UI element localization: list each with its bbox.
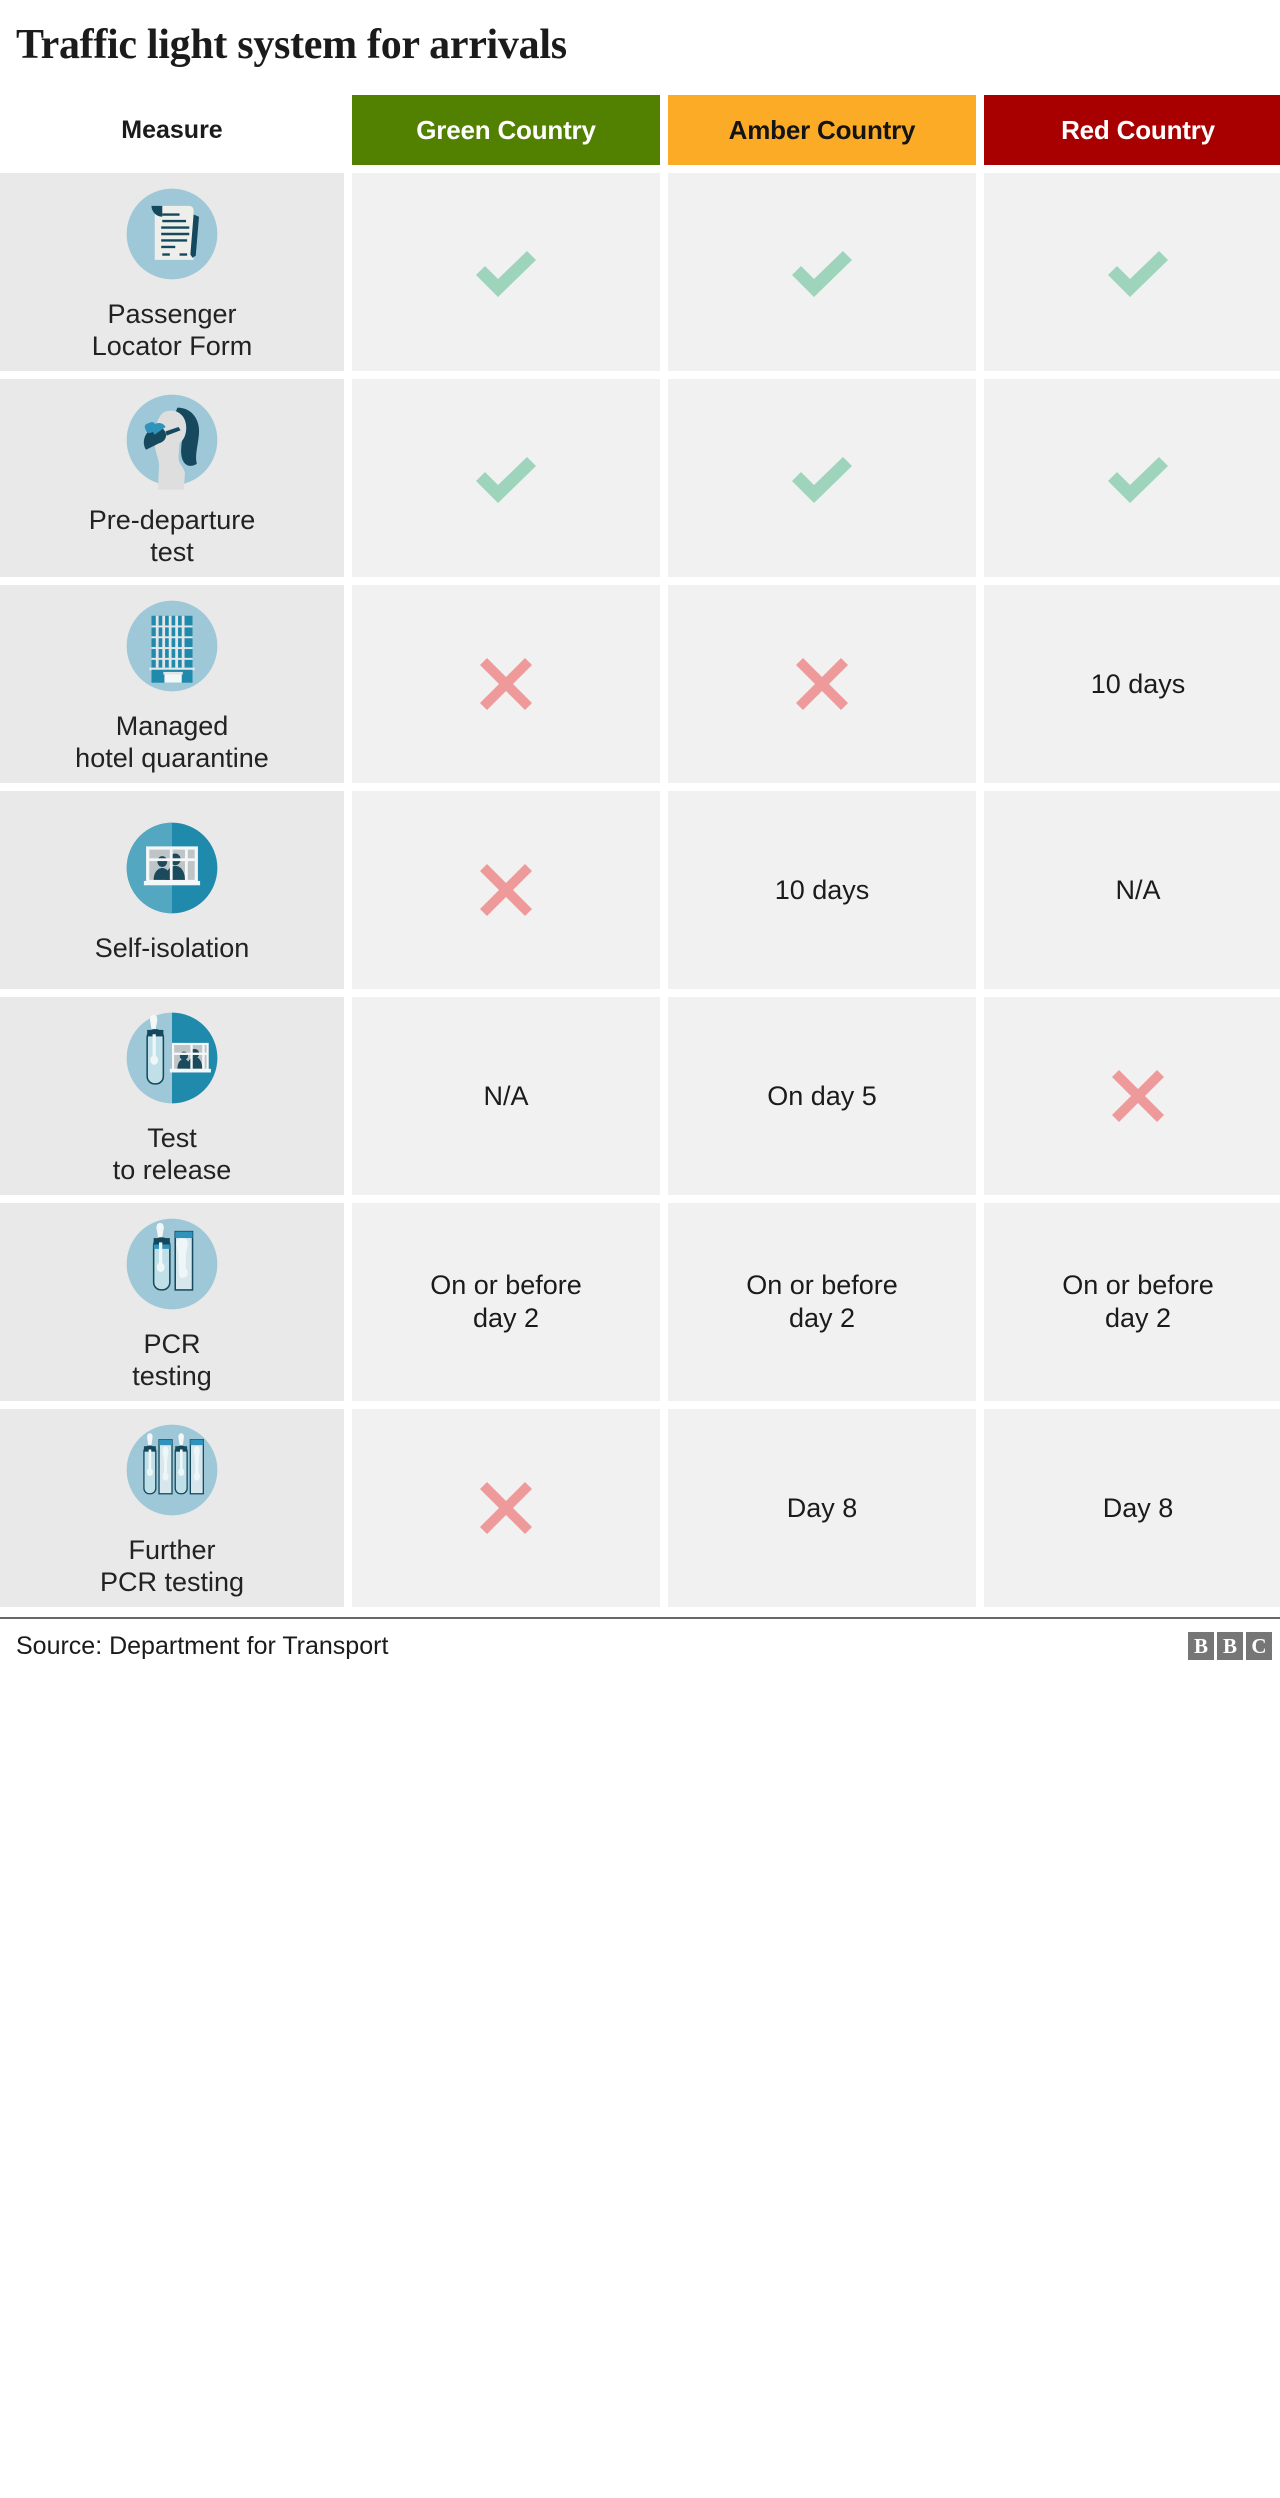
bbc-logo: B B C (1188, 1632, 1272, 1661)
value-cell-green (352, 585, 660, 784)
value-cell-red: 10 days (984, 585, 1280, 784)
footer: Source: Department for Transport B B C (0, 1617, 1280, 1673)
people-at-window-icon (118, 814, 226, 922)
value-cell-red (984, 173, 1280, 372)
tick-icon (1108, 251, 1168, 298)
table-row: Self-isolation 10 days N/A (0, 791, 1280, 990)
test-tube-and-window-icon (118, 1004, 226, 1112)
table-row: Further PCR testing Day 8 Day 8 (0, 1409, 1280, 1608)
page-title: Traffic light system for arrivals (16, 22, 567, 68)
column-header-green-country: Green Country (352, 95, 660, 166)
measure-cell: Passenger Locator Form (0, 173, 344, 372)
cross-icon (796, 658, 848, 711)
value-cell-green (352, 791, 660, 990)
measure-label: Self-isolation (94, 932, 250, 963)
table-header-row: Measure Green Country Amber Country Red … (0, 95, 1280, 166)
value-cell-red: Day 8 (984, 1409, 1280, 1608)
table-row: Passenger Locator Form (0, 173, 1280, 372)
cross-icon (480, 1482, 532, 1535)
value-cell-amber: On day 5 (668, 997, 976, 1196)
tick-icon (476, 251, 536, 298)
tick-icon (792, 251, 852, 298)
table-row: Test to release N/A On day 5 (0, 997, 1280, 1196)
measure-label: Passenger Locator Form (91, 298, 253, 362)
value-cell-green: N/A (352, 997, 660, 1196)
measure-label: Test to release (112, 1122, 232, 1186)
value-cell-green (352, 379, 660, 578)
cross-icon (1112, 1070, 1164, 1123)
value-cell-red: On or before day 2 (984, 1203, 1280, 1402)
measure-label: Pre-departure test (88, 504, 256, 568)
passenger-locator-form-icon (118, 180, 226, 288)
value-cell-amber (668, 585, 976, 784)
value-cell-amber: Day 8 (668, 1409, 976, 1608)
value-cell-amber (668, 173, 976, 372)
table-row: Managed hotel quarantine 10 days (0, 585, 1280, 784)
four-test-tubes-icon (118, 1416, 226, 1524)
measure-cell: Pre-departure test (0, 379, 344, 578)
hotel-building-icon (118, 592, 226, 700)
column-header-amber-country: Amber Country (668, 95, 976, 166)
value-cell-red: N/A (984, 791, 1280, 990)
bbc-logo-letter: B (1188, 1632, 1214, 1661)
value-cell-green: On or before day 2 (352, 1203, 660, 1402)
tick-icon (476, 457, 536, 504)
value-cell-green (352, 173, 660, 372)
measure-cell: Further PCR testing (0, 1409, 344, 1608)
tick-icon (1108, 457, 1168, 504)
value-cell-red (984, 997, 1280, 1196)
column-header-red-country: Red Country (984, 95, 1280, 166)
measure-label: PCR testing (132, 1328, 212, 1392)
value-cell-amber (668, 379, 976, 578)
value-cell-amber: 10 days (668, 791, 976, 990)
traffic-light-table-graphic: Traffic light system for arrivals Measur… (0, 0, 1280, 2498)
tick-icon (792, 457, 852, 504)
source-label: Source: Department for Transport (16, 1631, 389, 1660)
value-cell-red (984, 379, 1280, 578)
two-test-tubes-icon (118, 1210, 226, 1318)
measure-cell: Self-isolation (0, 791, 344, 990)
measure-label: Managed hotel quarantine (75, 710, 269, 774)
cross-icon (480, 864, 532, 917)
bbc-logo-letter: B (1217, 1632, 1243, 1661)
table-row: Pre-departure test (0, 379, 1280, 578)
value-cell-green (352, 1409, 660, 1608)
pre-departure-swab-test-icon (118, 386, 226, 494)
measure-label: Further PCR testing (99, 1534, 245, 1598)
value-cell-amber: On or before day 2 (668, 1203, 976, 1402)
comparison-table: Measure Green Country Amber Country Red … (0, 95, 1280, 1608)
cross-icon (480, 658, 532, 711)
table-row: PCR testing On or before day 2 On or bef… (0, 1203, 1280, 1402)
measure-cell: Test to release (0, 997, 344, 1196)
column-header-measure: Measure (0, 95, 344, 166)
measure-cell: PCR testing (0, 1203, 344, 1402)
bbc-logo-letter: C (1246, 1632, 1272, 1661)
measure-cell: Managed hotel quarantine (0, 585, 344, 784)
